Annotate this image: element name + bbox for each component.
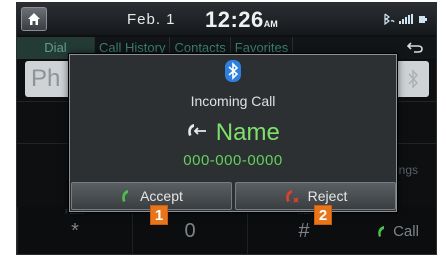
key-hash[interactable]: Wait # (247, 207, 360, 254)
time-label: 12:26 (205, 7, 264, 32)
home-button[interactable] (21, 7, 47, 31)
back-button[interactable] (400, 39, 430, 57)
home-icon (28, 13, 40, 25)
reject-label: Reject (307, 188, 348, 204)
call-icon (378, 225, 385, 237)
bluetooth-icon (70, 60, 396, 87)
keypad-bottom-row: Pause * 0 Wait # Call (17, 207, 436, 254)
battery-icon (419, 16, 427, 23)
incoming-call-icon (186, 123, 214, 145)
callout-badge-2: 2 (314, 205, 332, 225)
signal-strength-icon (399, 14, 413, 24)
dial-field-text: Ph (31, 65, 61, 92)
caller-name: Name (215, 119, 280, 146)
date-label: Feb. 1 (127, 11, 176, 28)
status-icons (382, 13, 428, 25)
bluetooth-watermark-icon (407, 69, 419, 94)
incoming-call-title: Incoming Call (190, 93, 276, 109)
caller-number: 000-000-0000 (183, 152, 283, 169)
back-icon (406, 42, 423, 53)
bluetooth-phone-icon (384, 13, 395, 25)
key-star[interactable]: Pause * (17, 207, 132, 254)
reject-phone-icon (285, 190, 299, 203)
key-star-main: * (71, 220, 79, 242)
key-hash-main: # (298, 220, 310, 242)
ampm-label: AM (263, 19, 278, 29)
incoming-call-popup: Incoming Call Name 000-000-0000 Accept R… (69, 54, 397, 212)
accept-phone-icon (122, 190, 129, 202)
infotainment-screen: Feb. 1 12:26AM Dial Call History Contact (16, 2, 437, 255)
call-button[interactable]: Call (358, 207, 436, 254)
callout-badge-1: 1 (150, 205, 168, 225)
accept-label: Accept (140, 188, 183, 204)
call-label: Call (393, 223, 419, 240)
clock: 12:26AM (205, 7, 278, 33)
caller-name-row: Name (70, 119, 396, 147)
status-bar: Feb. 1 12:26AM (17, 3, 436, 35)
settings-label-partial: ngs (398, 163, 418, 177)
